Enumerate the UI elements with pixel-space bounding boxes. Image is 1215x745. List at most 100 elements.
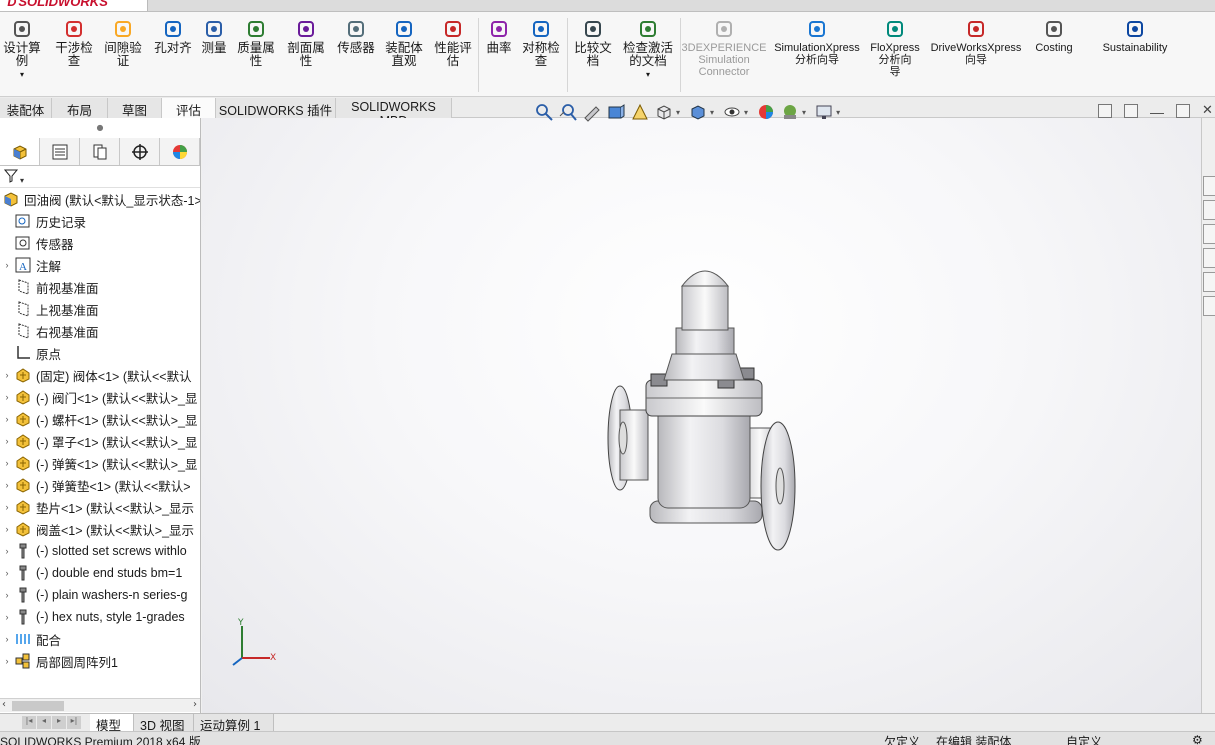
tree-item[interactable]: › (-) 弹簧<1> (默认<<默认>_显 — [0, 452, 200, 474]
cmd-section-properties-button[interactable]: 剖面属 性 — [286, 18, 326, 68]
tree-root-assembly[interactable]: 回油阀 (默认<默认_显示状态-1> — [0, 188, 200, 210]
tile-left-icon[interactable] — [1098, 104, 1112, 118]
edit-appearance-icon[interactable] — [756, 102, 776, 122]
expand-chevron-icon[interactable]: › — [0, 260, 14, 270]
bottom-tab-2[interactable]: 运动算例 1 — [194, 714, 274, 733]
dropdown-caret-icon[interactable]: ▾ — [646, 68, 650, 81]
zoom-to-fit-icon[interactable] — [534, 102, 554, 122]
tab-4[interactable]: SOLIDWORKS 插件 — [216, 98, 336, 118]
featuremanager-tab[interactable] — [0, 138, 40, 165]
tree-item[interactable]: › (-) double end studs bm=1 — [0, 562, 200, 584]
dimxpertmanager-tab[interactable] — [120, 138, 160, 165]
view-palette-icon[interactable] — [1203, 248, 1215, 268]
cmd-floxpress-button[interactable]: FloXpress 分析向 导 — [870, 18, 920, 78]
appearances-scenes-icon[interactable] — [1203, 272, 1215, 292]
graphics-area[interactable]: Y X — [202, 118, 1201, 713]
section-view-icon[interactable] — [606, 102, 626, 122]
cmd-performance-evaluation-button[interactable]: 性能评 估 — [433, 18, 473, 68]
expand-chevron-icon[interactable]: › — [0, 392, 14, 402]
cmd-compare-documents-button[interactable]: 比较文 档 — [573, 18, 613, 68]
view-orientation-icon[interactable] — [654, 102, 674, 122]
cmd-clearance-verification-button[interactable]: 间隙验 证 — [103, 18, 143, 68]
solidworks-resources-icon[interactable] — [1203, 176, 1215, 196]
cmd-interference-detection-button[interactable]: 干涉检 查 — [54, 18, 94, 68]
cmd-symmetry-check-button[interactable]: 对称检 查 — [521, 18, 561, 68]
horizontal-scrollbar[interactable]: ‹ › — [0, 698, 200, 712]
expand-chevron-icon[interactable]: › — [0, 634, 14, 644]
expand-chevron-icon[interactable]: › — [0, 414, 14, 424]
cmd-check-active-document-button[interactable]: 检查激活 的文档 ▾ — [622, 18, 674, 81]
cmd-mass-properties-button[interactable]: 质量属 性 — [236, 18, 276, 68]
zoom-to-area-icon[interactable] — [558, 102, 578, 122]
previous-view-icon[interactable] — [582, 102, 602, 122]
tree-item[interactable]: › (-) 弹簧垫<1> (默认<<默认> — [0, 474, 200, 496]
tree-item[interactable]: › 阀盖<1> (默认<<默认>_显示 — [0, 518, 200, 540]
bottom-tab-0[interactable]: 模型 — [90, 714, 134, 733]
tree-item[interactable]: › 配合 — [0, 628, 200, 650]
cmd-sustainability-button[interactable]: Sustainability — [1100, 18, 1170, 54]
scroll-left-icon[interactable]: ‹ — [2, 699, 6, 710]
cmd-simulationxpress-button[interactable]: SimulationXpress 分析向导 — [772, 18, 862, 66]
tab-2[interactable]: 草图 — [108, 98, 162, 118]
next-tab-icon[interactable]: ▸ — [52, 716, 66, 729]
display-style-icon[interactable] — [688, 102, 708, 122]
tree-item[interactable]: › A 注解 — [0, 254, 200, 276]
dropdown-caret-icon[interactable]: ▾ — [20, 68, 24, 81]
tree-item[interactable]: › (固定) 阀体<1> (默认<<默认 — [0, 364, 200, 386]
first-tab-icon[interactable]: |◂ — [22, 716, 36, 729]
tab-3[interactable]: 评估 — [162, 98, 216, 118]
custom-properties-icon[interactable] — [1203, 296, 1215, 316]
tree-item[interactable]: 传感器 — [0, 232, 200, 254]
tree-item[interactable]: › (-) 阀门<1> (默认<<默认>_显 — [0, 386, 200, 408]
tree-item[interactable]: › (-) slotted set screws withlo — [0, 540, 200, 562]
displaymanager-tab[interactable] — [160, 138, 200, 165]
last-tab-icon[interactable]: ▸| — [67, 716, 81, 729]
expand-chevron-icon[interactable]: › — [0, 590, 14, 600]
tab-0[interactable]: 装配体 — [0, 98, 52, 118]
tree-item[interactable]: 上视基准面 — [0, 298, 200, 320]
expand-chevron-icon[interactable]: › — [0, 502, 14, 512]
rebuild-icon[interactable]: ⚙ — [1192, 733, 1203, 745]
valve-assembly-model[interactable] — [202, 118, 1201, 713]
tile-right-icon[interactable] — [1124, 104, 1138, 118]
restore-icon[interactable] — [1176, 104, 1190, 118]
design-library-icon[interactable] — [1203, 200, 1215, 220]
expand-chevron-icon[interactable]: › — [0, 612, 14, 622]
tree-item[interactable]: 前视基准面 — [0, 276, 200, 298]
scroll-right-icon[interactable]: › — [193, 699, 197, 710]
tree-filter[interactable]: ▾ — [0, 166, 200, 188]
view-settings-icon[interactable] — [814, 102, 834, 122]
cmd-driveworksxpress-button[interactable]: DriveWorksXpress 向导 — [930, 18, 1022, 66]
tab-5[interactable]: SOLIDWORKS MBD — [336, 98, 452, 128]
cmd-hole-alignment-button[interactable]: 孔对齐 — [153, 18, 193, 55]
expand-chevron-icon[interactable]: › — [0, 524, 14, 534]
tree-item[interactable]: › (-) 螺杆<1> (默认<<默认>_显 — [0, 408, 200, 430]
configurationmanager-tab[interactable] — [80, 138, 120, 165]
cmd-measure-button[interactable]: 测量 — [200, 18, 228, 55]
tab-1[interactable]: 布局 — [52, 98, 108, 118]
solidworks-logo[interactable]: Ɗ SOLIDWORKS — [0, 0, 148, 11]
tree-item[interactable]: › 垫片<1> (默认<<默认>_显示 — [0, 496, 200, 518]
apply-scene-icon[interactable] — [780, 102, 800, 122]
expand-chevron-icon[interactable]: › — [0, 656, 14, 666]
tree-item[interactable]: 右视基准面 — [0, 320, 200, 342]
tree-item[interactable]: › (-) plain washers-n series-g — [0, 584, 200, 606]
tree-item[interactable]: 原点 — [0, 342, 200, 364]
cmd-sensor-button[interactable]: 传感器 — [336, 18, 376, 55]
tree-item[interactable]: › (-) 罩子<1> (默认<<默认>_显 — [0, 430, 200, 452]
expand-chevron-icon[interactable]: › — [0, 436, 14, 446]
prev-tab-icon[interactable]: ◂ — [37, 716, 51, 729]
bottom-tab-1[interactable]: 3D 视图 — [134, 714, 194, 733]
close-icon[interactable]: ✕ — [1202, 104, 1213, 118]
scroll-thumb[interactable] — [12, 701, 64, 711]
hide-show-items-icon[interactable] — [722, 102, 742, 122]
cmd-assembly-visualization-button[interactable]: 装配体 直观 — [384, 18, 424, 68]
cmd-curvature-button[interactable]: 曲率 — [486, 18, 512, 55]
panel-grip[interactable]: ● — [0, 118, 200, 138]
expand-chevron-icon[interactable]: › — [0, 568, 14, 578]
dynamic-annotation-icon[interactable] — [630, 102, 650, 122]
expand-chevron-icon[interactable]: › — [0, 458, 14, 468]
minimize-icon[interactable] — [1150, 104, 1164, 114]
tree-item[interactable]: 历史记录 — [0, 210, 200, 232]
expand-chevron-icon[interactable]: › — [0, 370, 14, 380]
